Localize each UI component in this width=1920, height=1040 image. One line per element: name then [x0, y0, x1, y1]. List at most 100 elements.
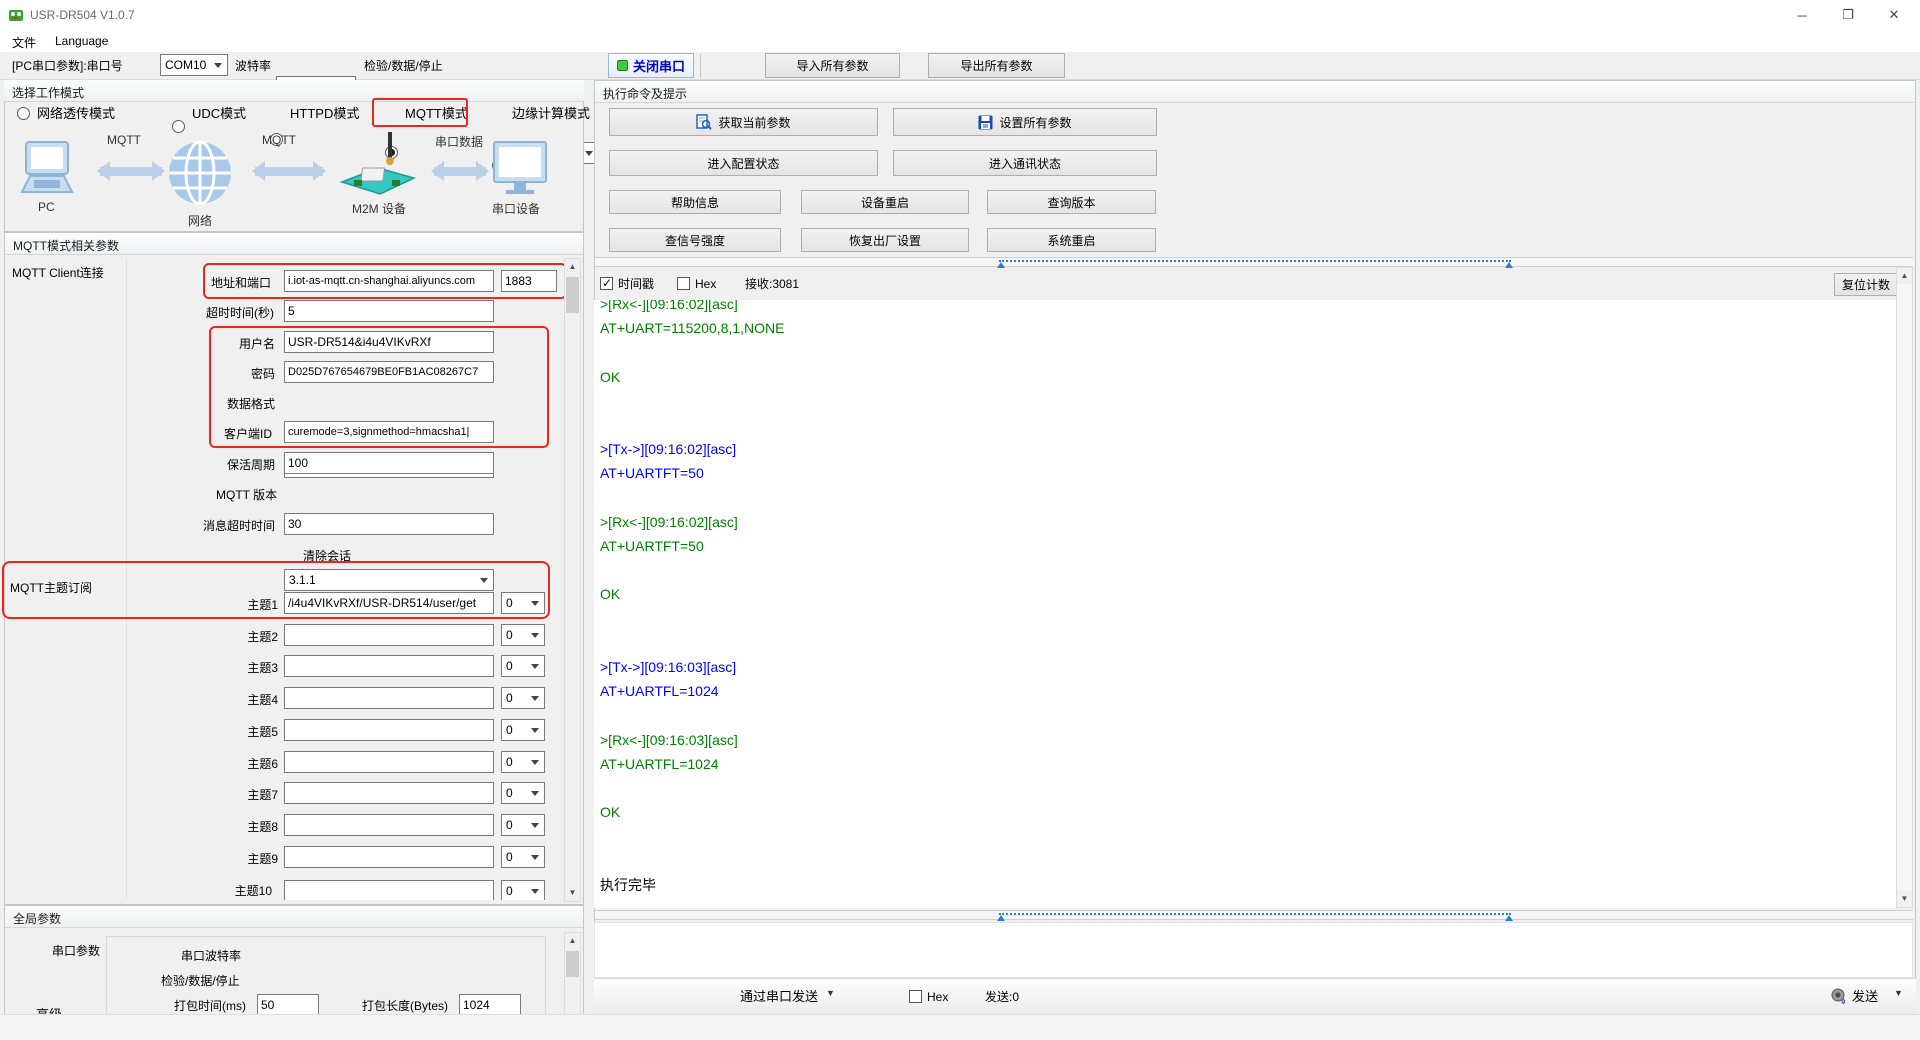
log-line: AT+UARTFL=1024	[600, 755, 719, 772]
topic-qos-select[interactable]: 0	[501, 782, 545, 804]
signal-strength-button[interactable]: 查信号强度	[609, 228, 781, 252]
close-serial-button[interactable]: 关闭串口	[608, 53, 694, 78]
send-button[interactable]: 发送	[1852, 990, 1878, 1004]
topic-input[interactable]	[284, 687, 494, 709]
help-info-button[interactable]: 帮助信息	[609, 190, 781, 214]
send-input-area[interactable]	[594, 922, 1913, 978]
query-version-button[interactable]: 查询版本	[987, 190, 1156, 214]
radio-udc-label[interactable]: UDC模式	[192, 107, 246, 121]
user-input[interactable]: USR-DR514&i4u4VIKvRXf	[284, 331, 494, 353]
minimize-button[interactable]: ─	[1782, 1, 1822, 29]
topic-input[interactable]: /i4u4VIKvRXf/USR-DR514/user/get	[284, 592, 494, 614]
fmt-label: 数据格式	[227, 397, 276, 411]
export-params-button[interactable]: 导出所有参数	[928, 53, 1065, 78]
topic-input[interactable]	[284, 782, 494, 804]
log-line: AT+UART=115200,8,1,NONE	[600, 320, 785, 337]
scroll-up-arrow[interactable]: ▲	[565, 259, 580, 275]
log-area[interactable]: >[Rx<-][09:16:02][asc] AT+UART=115200,8,1…	[594, 300, 1896, 908]
menu-language[interactable]: Language	[48, 31, 115, 51]
pwd-label: 密码	[251, 367, 276, 381]
radio-transparent-mode[interactable]	[17, 107, 30, 120]
ver-select[interactable]: 3.1.1	[284, 569, 494, 591]
send-via-caret-icon[interactable]: ▼	[826, 988, 835, 998]
baud-label: 波特率	[235, 59, 272, 73]
cid-input[interactable]: curemode=3,signmethod=hmacsha1|	[284, 421, 494, 443]
recv-count: 接收:3081	[745, 277, 800, 291]
com-port-select[interactable]: COM10	[160, 54, 228, 76]
radio-transparent-label[interactable]: 网络透传模式	[37, 107, 115, 121]
addr-input[interactable]: i.iot-as-mqtt.cn-shanghai.aliyuncs.com	[284, 270, 494, 292]
topic-qos-select[interactable]: 0	[501, 814, 545, 836]
scroll-down-arrow[interactable]: ▼	[565, 885, 580, 901]
timeout-input[interactable]: 5	[284, 300, 494, 322]
scroll-down-arrow[interactable]: ▼	[1897, 891, 1912, 907]
hscrollbar-thumb[interactable]	[997, 913, 1513, 921]
topic-input[interactable]	[284, 655, 494, 677]
status-strip	[0, 1014, 1920, 1040]
send-caret-icon[interactable]: ▼	[1894, 988, 1903, 998]
menu-file[interactable]: 文件	[5, 31, 43, 54]
title-bar: USR-DR504 V1.0.7 ─ ❐ ✕	[0, 0, 1920, 30]
factory-reset-button[interactable]: 恢复出厂设置	[801, 228, 969, 252]
scroll-up-arrow[interactable]: ▲	[1897, 268, 1912, 284]
m2m-device-icon	[339, 132, 417, 195]
radio-httpd-label[interactable]: HTTPD模式	[290, 107, 359, 121]
set-params-button[interactable]: 设置所有参数	[893, 108, 1157, 136]
device-reboot-button[interactable]: 设备重启	[801, 190, 969, 214]
mqtt-client-section-label: MQTT Client连接	[12, 266, 104, 280]
hex-recv-checkbox[interactable]	[677, 277, 690, 290]
timestamp-checkbox[interactable]	[600, 276, 613, 290]
radio-edge-label[interactable]: 边缘计算模式	[512, 107, 590, 121]
hex-send-checkbox[interactable]	[909, 990, 922, 1003]
scrollbar-thumb[interactable]	[566, 951, 579, 977]
serial-device-icon	[493, 141, 547, 194]
topic-input[interactable]	[284, 719, 494, 741]
log-top-hscrollbar[interactable]	[595, 257, 1913, 268]
get-params-button[interactable]: 获取当前参数	[609, 108, 878, 136]
reset-count-button[interactable]: 复位计数	[1834, 273, 1898, 296]
keep-input[interactable]: 100	[284, 452, 494, 474]
scrollbar-thumb[interactable]	[566, 277, 579, 313]
send-via-serial-dropdown[interactable]: 通过串口发送	[740, 990, 818, 1004]
topic-qos-select[interactable]: 0	[501, 655, 545, 677]
msgto-input[interactable]: 30	[284, 513, 494, 535]
log-bottom-hscrollbar[interactable]	[595, 910, 1913, 921]
topic-qos-select[interactable]: 0	[501, 880, 545, 900]
log-content: >[Rx<-][09:16:02][asc] AT+UART=115200,8,1…	[594, 300, 1896, 897]
topic-input[interactable]	[284, 751, 494, 773]
mqtt-panel-scrollbar[interactable]: ▲ ▼	[564, 258, 581, 902]
log-line: OK	[600, 804, 621, 821]
topic-qos-select[interactable]: 0	[501, 846, 545, 868]
topic-input[interactable]	[284, 814, 494, 836]
system-reboot-button[interactable]: 系统重启	[987, 228, 1156, 252]
topic-input[interactable]	[284, 880, 494, 900]
hscrollbar-thumb[interactable]	[997, 260, 1513, 268]
scroll-up-arrow[interactable]: ▲	[565, 933, 580, 949]
enter-comm-button[interactable]: 进入通讯状态	[893, 150, 1157, 176]
close-button[interactable]: ✕	[1874, 1, 1914, 29]
topic-qos-select[interactable]: 0	[501, 624, 545, 646]
radio-mqtt-label[interactable]: MQTT模式	[405, 107, 468, 121]
topic-input[interactable]	[284, 846, 494, 868]
serial-params-label: 串口参数	[52, 944, 101, 958]
enter-config-button[interactable]: 进入配置状态	[609, 150, 878, 176]
packlen-input[interactable]: 1024	[459, 994, 521, 1016]
log-vscrollbar[interactable]: ▲ ▼	[1896, 267, 1913, 908]
topic-input[interactable]	[284, 624, 494, 646]
maximize-button[interactable]: ❐	[1828, 1, 1868, 29]
topic-qos-select[interactable]: 0	[501, 719, 545, 741]
radio-udc-mode[interactable]	[172, 120, 185, 133]
topic-qos-select[interactable]: 0	[501, 592, 545, 614]
topic-qos-select[interactable]: 0	[501, 687, 545, 709]
import-params-button[interactable]: 导入所有参数	[765, 53, 900, 78]
packtime-input[interactable]: 50	[257, 994, 319, 1016]
topic-qos-select[interactable]: 0	[501, 751, 545, 773]
send-bar: 通过串口发送 ▼ Hex 发送:0 发送 ▼	[594, 978, 1916, 1014]
diagram-m2m-label: M2M 设备	[352, 202, 407, 216]
port-input[interactable]: 1883	[501, 270, 557, 292]
pwd-input[interactable]: D025D767654679BE0FB1AC08267C7	[284, 361, 494, 383]
